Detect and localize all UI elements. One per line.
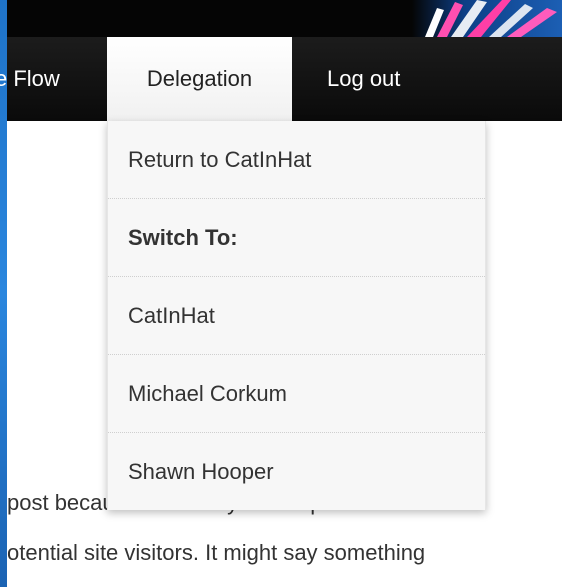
- header-banner: [7, 0, 562, 37]
- content-text-line: otential site visitors. It might say som…: [7, 540, 426, 565]
- main-navigation: e Flow Delegation Log out: [0, 37, 562, 123]
- menu-item-user-shawn-hooper[interactable]: Shawn Hooper: [108, 433, 485, 511]
- menu-item-user-michael-corkum[interactable]: Michael Corkum: [108, 355, 485, 433]
- banner-artwork: [425, 0, 557, 37]
- nav-item-flow[interactable]: e Flow: [0, 37, 60, 121]
- menu-item-return[interactable]: Return to CatInHat: [108, 121, 485, 199]
- menu-item-user-catinhat[interactable]: CatInHat: [108, 277, 485, 355]
- delegation-dropdown-menu: Return to CatInHat Switch To: CatInHat M…: [107, 121, 486, 510]
- menu-header-switch-to: Switch To:: [108, 199, 485, 277]
- nav-item-delegation[interactable]: Delegation: [107, 37, 292, 123]
- nav-item-logout[interactable]: Log out: [327, 37, 400, 121]
